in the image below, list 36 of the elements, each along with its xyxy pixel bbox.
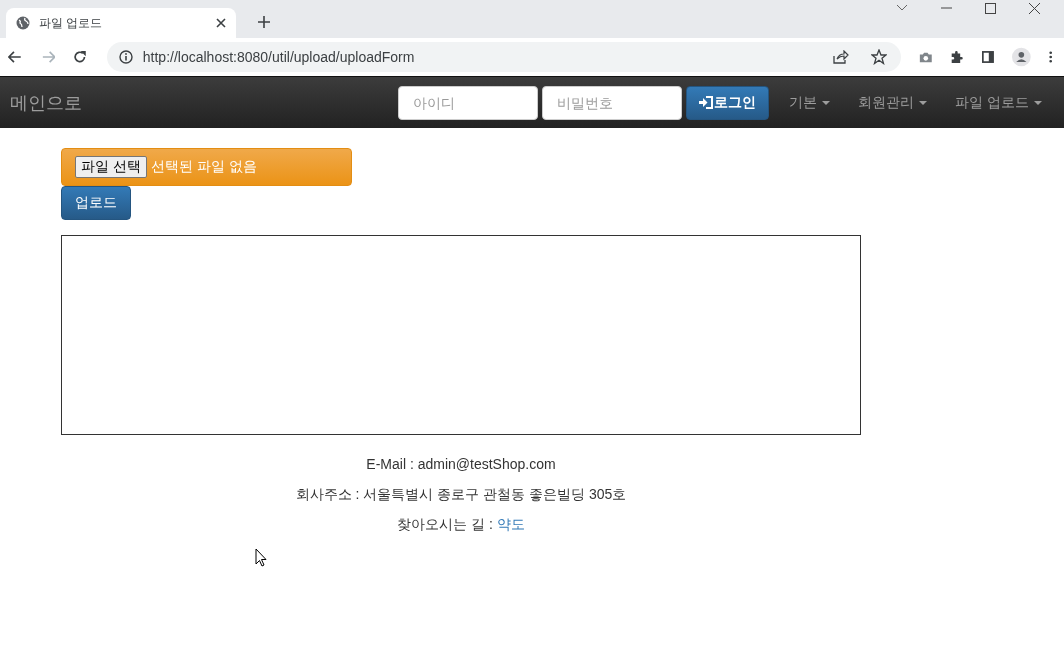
camera-icon[interactable]: [918, 50, 933, 64]
info-icon: [118, 50, 133, 64]
maximize-icon[interactable]: [985, 2, 996, 14]
nav-menu[interactable]: 기본: [773, 93, 843, 112]
login-button[interactable]: 로그인: [686, 85, 770, 120]
file-status-text: 선택된 파일 없음: [150, 158, 257, 176]
url-text: http://localhost:8080/util/upload/uploadForm: [142, 49, 415, 65]
map-link[interactable]: 약도: [496, 516, 525, 532]
more-icon[interactable]: [1048, 50, 1052, 64]
nav-menu[interactable]: 파일 업로드: [939, 93, 1054, 112]
back-arrow-icon[interactable]: [8, 50, 22, 64]
browser-tab[interactable]: 파일 업로드: [6, 8, 236, 38]
cursor-icon: [255, 548, 267, 567]
close-icon[interactable]: [216, 18, 226, 28]
footer-directions: 찾아오시는 길 : 약도: [396, 515, 526, 533]
address-bar[interactable]: http://localhost:8080/util/upload/uploadForm: [106, 42, 901, 72]
tab-title: 파일 업로드: [39, 14, 104, 32]
star-icon[interactable]: [870, 49, 887, 65]
nav-menu[interactable]: 회원관리: [842, 93, 940, 112]
puzzle-icon[interactable]: [950, 49, 964, 65]
id-field[interactable]: 아이디: [398, 85, 539, 120]
close-icon[interactable]: [1029, 2, 1040, 14]
choose-file-button[interactable]: 파일 선택: [75, 156, 147, 178]
profile-icon[interactable]: [1011, 46, 1031, 68]
reload-icon[interactable]: [73, 49, 87, 65]
brand-link[interactable]: 메인으로: [10, 90, 82, 115]
upload-button[interactable]: 업로드: [61, 186, 131, 220]
footer-address: 회사주소 : 서울특별시 종로구 관철동 좋은빌딩 305호: [294, 485, 628, 503]
side-panel-icon[interactable]: [981, 50, 994, 64]
new-tab-icon[interactable]: [258, 16, 270, 28]
footer-email: E-Mail : admin@testShop.com: [365, 455, 557, 473]
login-icon: [699, 96, 715, 109]
password-field[interactable]: 비밀번호: [542, 85, 683, 120]
globe-icon: [16, 16, 30, 30]
share-icon[interactable]: [832, 50, 849, 64]
chevron-down-icon[interactable]: [896, 4, 908, 12]
